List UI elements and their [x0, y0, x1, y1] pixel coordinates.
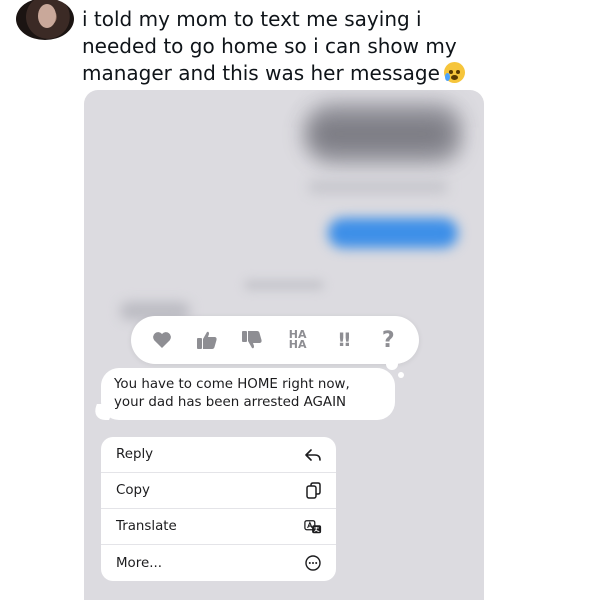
- menu-item-label: Copy: [116, 483, 150, 498]
- message-bubble[interactable]: You have to come HOME right now, your da…: [101, 368, 395, 420]
- blurred-timestamp: [244, 280, 324, 290]
- thumbs-up-icon[interactable]: [192, 325, 222, 355]
- haha-icon[interactable]: HA HA: [283, 325, 313, 355]
- menu-item-label: Reply: [116, 447, 154, 462]
- copy-icon: [304, 482, 322, 500]
- context-menu: Reply Copy Translate More...: [101, 437, 336, 581]
- tapback-bar: HA HA !! ?: [131, 316, 419, 364]
- haha-text: HA HA: [288, 329, 307, 351]
- menu-item-translate[interactable]: Translate: [101, 509, 336, 545]
- emoji-tear: [444, 73, 450, 81]
- menu-item-copy[interactable]: Copy: [101, 473, 336, 509]
- avatar[interactable]: [16, 0, 74, 40]
- exclamation-text: !!: [337, 329, 351, 351]
- tweet-text: i told my mom to text me saying i needed…: [82, 6, 502, 87]
- thumbs-down-icon[interactable]: [237, 325, 267, 355]
- exclamation-icon[interactable]: !!: [328, 325, 358, 355]
- menu-item-more[interactable]: More...: [101, 545, 336, 581]
- blurred-message-dark: [306, 116, 456, 152]
- menu-item-label: More...: [116, 555, 162, 571]
- message-text: You have to come HOME right now, your da…: [114, 377, 350, 410]
- avatar-face: [38, 4, 56, 28]
- menu-item-label: Translate: [116, 519, 177, 534]
- translate-icon: [304, 518, 322, 536]
- blurred-sent-bubble: [328, 218, 458, 248]
- question-text: ?: [381, 327, 395, 353]
- menu-item-reply[interactable]: Reply: [101, 437, 336, 473]
- heart-icon[interactable]: [147, 325, 177, 355]
- emoji-mouth: [450, 75, 458, 80]
- tapback-tail-large: [386, 358, 398, 370]
- question-icon[interactable]: ?: [373, 325, 403, 355]
- tweet-text-content: i told my mom to text me saying i needed…: [82, 7, 457, 85]
- tapback-tail-small: [398, 372, 404, 378]
- haha-line-2: HA: [288, 338, 307, 351]
- more-icon: [304, 554, 322, 572]
- reply-icon: [304, 446, 322, 464]
- blurred-reactions: [308, 180, 448, 194]
- loudly-crying-face-emoji-icon: [443, 62, 465, 83]
